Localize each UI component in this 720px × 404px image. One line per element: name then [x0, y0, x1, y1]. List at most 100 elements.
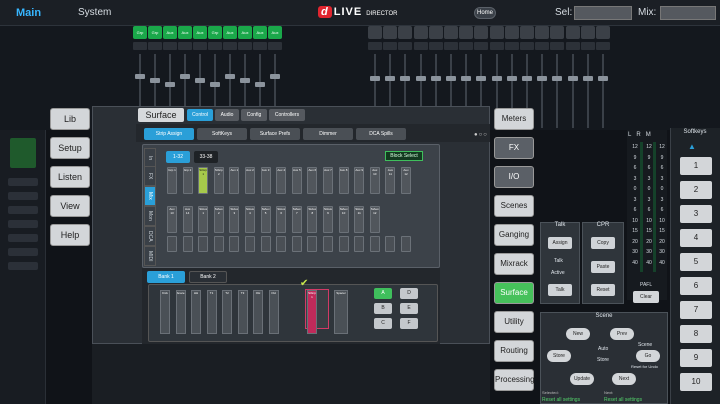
strip-slot[interactable]: Aux 3 [260, 167, 271, 194]
block-select-button[interactable]: Block Select [385, 151, 423, 161]
channel-mute-button[interactable] [383, 42, 398, 50]
nav-help-button[interactable]: Help [50, 224, 90, 246]
channel-mute-button[interactable] [535, 42, 550, 50]
scene-update-button[interactable]: Update [570, 373, 594, 385]
tab-controllers[interactable]: Controllers [269, 109, 305, 121]
fader-cap[interactable] [240, 78, 250, 83]
left-strip-key[interactable] [8, 248, 38, 256]
fader-cap[interactable] [150, 78, 160, 83]
bank-slot[interactable]: StGrp 1 [307, 290, 317, 334]
nav-io-button[interactable]: I/O [494, 166, 534, 188]
strip-slot-empty[interactable] [229, 236, 240, 252]
softkey-6[interactable]: 6 [680, 277, 712, 295]
strip-slot[interactable]: Aux 10 [369, 167, 380, 194]
left-strip-key[interactable] [8, 234, 38, 242]
softkey-4[interactable]: 4 [680, 229, 712, 247]
channel-name-button[interactable] [596, 26, 610, 39]
strip-slot[interactable]: StAux 8 [307, 206, 318, 233]
left-strip-key[interactable] [8, 220, 38, 228]
fader-cap[interactable] [400, 76, 411, 81]
fader-cap[interactable] [430, 76, 441, 81]
fader-cap[interactable] [195, 78, 205, 83]
bank-slot[interactable]: Spacer [334, 290, 348, 334]
strip-slot[interactable]: Aux 5 [291, 167, 302, 194]
channel-name-button[interactable]: Aux [223, 26, 237, 39]
strip-slot-empty[interactable] [307, 236, 318, 252]
channel-name-button[interactable]: Aux [163, 26, 177, 39]
nav-view-button[interactable]: View [50, 195, 90, 217]
layer-f-button[interactable]: F [400, 318, 418, 329]
channel-mute-button[interactable] [253, 42, 267, 50]
channel-name-button[interactable] [489, 26, 504, 39]
channel-mute-button[interactable] [413, 42, 428, 50]
channel-name-button[interactable]: Aux [178, 26, 192, 39]
tab-dca-spills[interactable]: DCA Spills [356, 128, 406, 140]
strip-slot-empty[interactable] [401, 236, 411, 252]
nav-listen-button[interactable]: Listen [50, 166, 90, 188]
bank-1-tab[interactable]: Bank 1 [147, 271, 185, 283]
channel-name-button[interactable] [550, 26, 565, 39]
sel-field[interactable] [574, 6, 632, 20]
left-strip-key[interactable] [8, 178, 38, 186]
tab-softkeys[interactable]: SoftKeys [197, 128, 247, 140]
strip-slot[interactable]: Aux 6 [307, 167, 318, 194]
nav-meters-button[interactable]: Meters [494, 108, 534, 130]
bank-slot[interactable]: T2 [222, 290, 232, 334]
fader-cap[interactable] [461, 76, 472, 81]
strip-slot[interactable]: Aux 1 [229, 167, 240, 194]
fader-cap[interactable] [385, 76, 396, 81]
channel-mute-button[interactable] [428, 42, 443, 50]
strip-slot[interactable]: StGrp 2 [213, 167, 224, 194]
home-button[interactable]: Home [474, 7, 496, 19]
strip-slot[interactable]: StAux 6 [276, 206, 287, 233]
softkey-1[interactable]: 1 [680, 157, 712, 175]
mix-field[interactable] [660, 6, 716, 20]
strip-slot[interactable]: Grp 2 [182, 167, 193, 194]
fader-cap[interactable] [210, 82, 220, 87]
page-dots[interactable]: ●○○ [474, 132, 488, 138]
channel-name-button[interactable] [580, 26, 595, 39]
softkey-8[interactable]: 8 [680, 325, 712, 343]
strip-slot-empty[interactable] [167, 236, 177, 252]
layer-b-button[interactable]: B [374, 303, 392, 314]
layer-tab-fx[interactable]: FX [144, 166, 156, 186]
channel-mute-button[interactable] [238, 42, 252, 50]
scene-next-button[interactable]: Next [612, 373, 636, 385]
channel-mute-button[interactable] [550, 42, 565, 50]
channel-name-button[interactable] [520, 26, 534, 39]
fader-cap[interactable] [415, 76, 426, 81]
channel-mute-button[interactable] [474, 42, 489, 50]
softkey-10[interactable]: 10 [680, 373, 712, 391]
tab-dimmer[interactable]: Dimmer [303, 128, 353, 140]
strip-slot-empty[interactable] [276, 236, 287, 252]
bank-2-tab[interactable]: Bank 2 [189, 271, 227, 283]
fader-cap[interactable] [598, 76, 608, 81]
strip-slot[interactable]: Aux 13 [167, 206, 177, 233]
range-33-38-button[interactable]: 33-38 [194, 151, 218, 163]
softkey-3[interactable]: 3 [680, 205, 712, 223]
channel-mute-button[interactable] [504, 42, 519, 50]
fader-cap[interactable] [491, 76, 502, 81]
layer-d-button[interactable]: D [400, 288, 418, 299]
nav-ganging-button[interactable]: Ganging [494, 224, 534, 246]
channel-name-button[interactable]: Aux [268, 26, 282, 39]
fader-cap[interactable] [522, 76, 532, 81]
channel-mute-button[interactable] [489, 42, 504, 50]
strip-slot-empty[interactable] [338, 236, 349, 252]
channel-mute-button[interactable] [178, 42, 192, 50]
reset-button[interactable]: Reset [591, 284, 615, 296]
layer-e-button[interactable]: E [400, 303, 418, 314]
fader-cap[interactable] [270, 74, 280, 79]
fader-cap[interactable] [370, 76, 380, 81]
channel-mute-button[interactable] [193, 42, 207, 50]
channel-mute-button[interactable] [148, 42, 162, 50]
fader-cap[interactable] [567, 76, 578, 81]
fader-cap[interactable] [135, 74, 145, 79]
fader-cap[interactable] [165, 82, 175, 87]
layer-tab-in[interactable]: In [144, 148, 156, 168]
scene-store-button[interactable]: Store [547, 350, 571, 362]
channel-name-button[interactable] [428, 26, 443, 39]
nav-processing-button[interactable]: Processing [494, 369, 535, 391]
strip-slot-empty[interactable] [182, 236, 193, 252]
strip-slot[interactable]: Aux 7 [323, 167, 333, 194]
